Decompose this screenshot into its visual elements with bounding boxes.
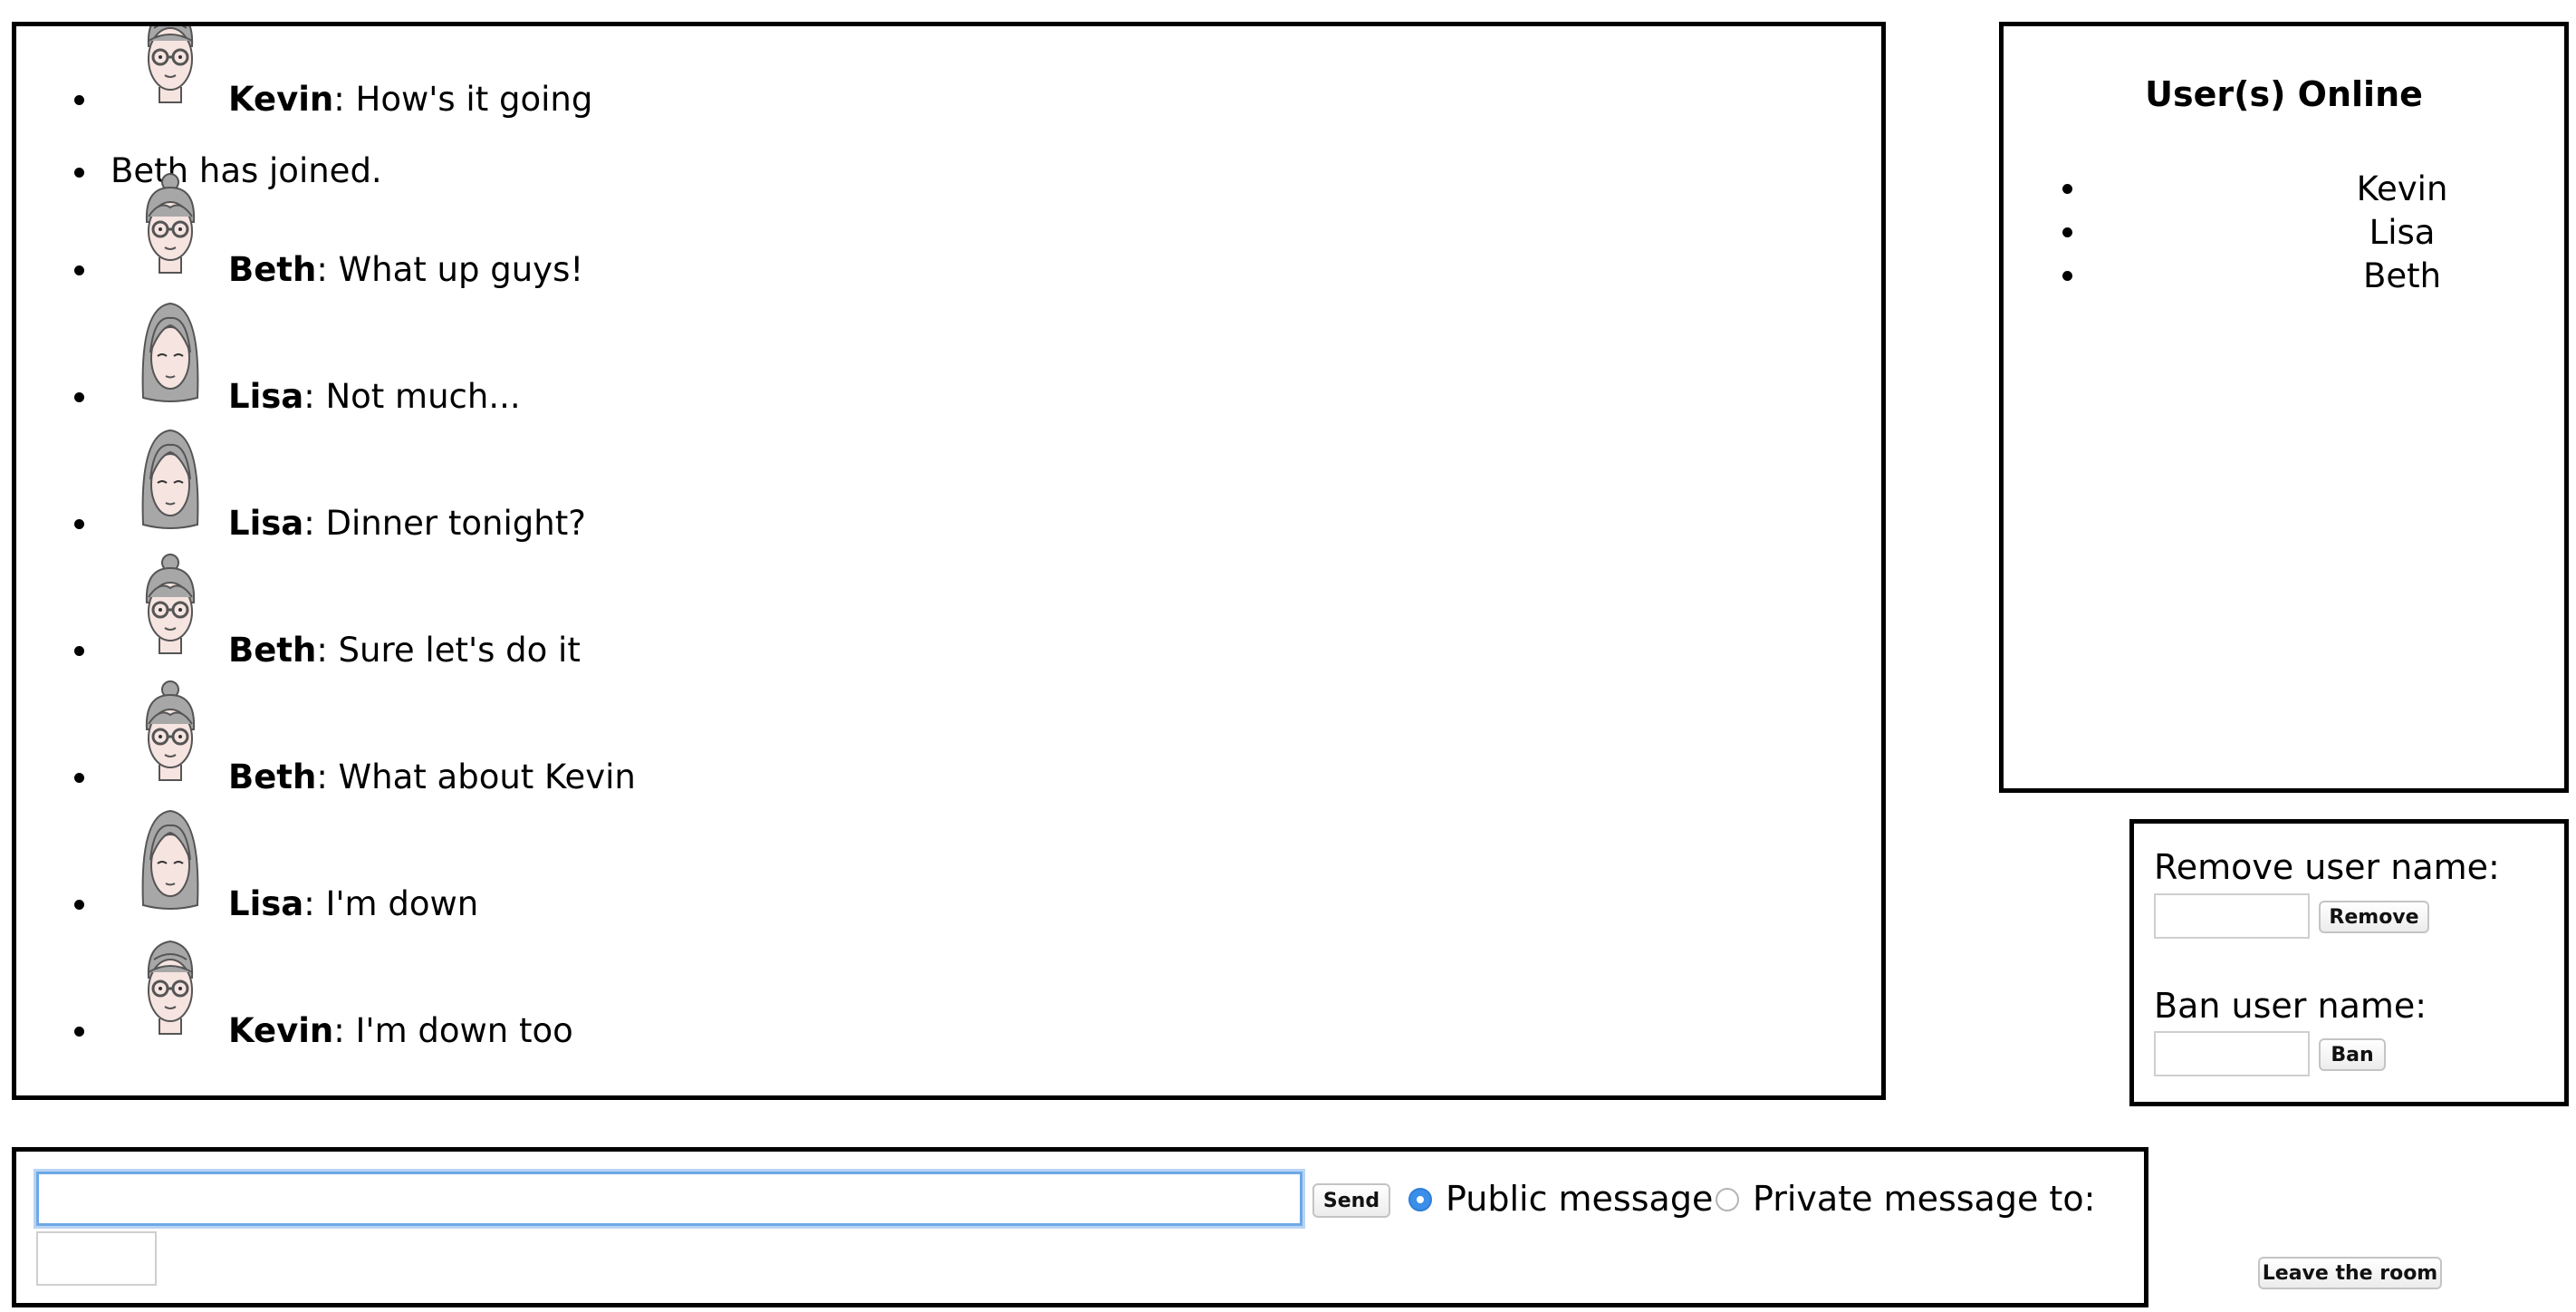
online-user-name: Beth [2362,256,2442,295]
bullet [74,900,84,910]
beth-avatar-icon [136,679,205,787]
chat-message-text: Beth: What about Kevin [228,757,636,797]
private-recipient-input[interactable] [36,1231,157,1286]
bullet [2062,227,2072,237]
bullet [74,519,84,529]
beth-avatar-icon [136,171,205,280]
chat-message-item: Lisa: Not much... [16,298,1881,425]
message-sender: Beth [228,250,317,289]
bullet [2062,184,2072,194]
bullet [74,646,84,656]
chat-message-text: Lisa: I'm down [228,884,478,924]
ban-user-label: Ban user name: [2154,986,2427,1026]
bullet [74,1027,84,1037]
message-body: : What about Kevin [316,757,636,796]
message-body: : Not much... [303,377,521,416]
bullet [74,392,84,402]
message-sender: Beth [228,757,317,796]
message-sender: Beth [228,631,317,670]
message-body: : I'm down [303,884,479,923]
kevin-avatar-icon [136,26,205,110]
compose-panel: Send Public message Private message to: [12,1147,2148,1307]
online-user-item: Lisa [2004,211,2564,255]
chat-message-item: Kevin: How's it going [16,26,1881,128]
chat-message-item: Beth: Sure let's do it [16,552,1881,679]
message-body: : Sure let's do it [316,631,581,670]
chat-message-text: Lisa: Not much... [228,377,521,417]
moderation-panel: Remove user name: Remove Ban user name: … [2129,819,2569,1106]
message-body: : What up guys! [316,250,584,289]
beth-avatar-icon [136,552,205,661]
message-sender: Kevin [228,80,334,119]
ban-user-input[interactable] [2154,1031,2310,1076]
chat-message-item: Lisa: Dinner tonight? [16,425,1881,552]
message-body: : How's it going [333,80,593,119]
remove-user-label: Remove user name: [2154,847,2500,887]
bullet [74,773,84,783]
message-body: : I'm down too [333,1011,573,1050]
chat-message-item: Beth: What up guys! [16,171,1881,298]
online-user-name: Lisa [2369,213,2436,252]
chat-message-text: Lisa: Dinner tonight? [228,504,586,544]
public-message-label: Public message [1446,1179,1714,1219]
online-user-name: Kevin [2356,169,2448,208]
online-user-item: Kevin [2004,168,2564,211]
message-sender: Kevin [228,1011,334,1050]
leave-room-button[interactable]: Leave the room [2258,1257,2442,1289]
kevin-avatar-icon [136,932,205,1041]
private-message-radio[interactable] [1716,1188,1739,1211]
message-body: : Dinner tonight? [303,504,586,543]
chat-message-item: Lisa: I'm down [16,806,1881,932]
chat-message-text: Beth: What up guys! [228,250,583,290]
chat-message-text: Beth: Sure let's do it [228,631,581,670]
chat-message-text: Kevin: How's it going [228,80,592,120]
bullet [2062,271,2072,281]
online-users-panel: User(s) Online Kevin Lisa Beth [1999,22,2569,793]
send-button[interactable]: Send [1312,1183,1390,1218]
message-sender: Lisa [228,504,304,543]
chat-message-item: Kevin: I'm down too [16,932,1881,1059]
remove-user-input[interactable] [2154,893,2310,939]
public-message-radio[interactable] [1408,1188,1432,1211]
lisa-avatar-icon [136,298,205,407]
chat-message-item: Beth: What about Kevin [16,679,1881,806]
online-user-item: Beth [2004,255,2564,298]
chat-messages-panel: Kevin: How's it going Beth has joined. Bet… [12,22,1886,1100]
online-users-title: User(s) Online [2145,74,2423,114]
remove-user-button[interactable]: Remove [2319,901,2429,933]
lisa-avatar-icon [136,806,205,914]
message-sender: Lisa [228,884,304,923]
lisa-avatar-icon [136,425,205,534]
message-sender: Lisa [228,377,304,416]
ban-user-button[interactable]: Ban [2319,1038,2386,1071]
private-message-label: Private message to: [1753,1179,2096,1219]
bullet [74,265,84,275]
chat-message-text: Kevin: I'm down too [228,1011,573,1051]
bullet [74,95,84,105]
message-input[interactable] [36,1172,1302,1226]
